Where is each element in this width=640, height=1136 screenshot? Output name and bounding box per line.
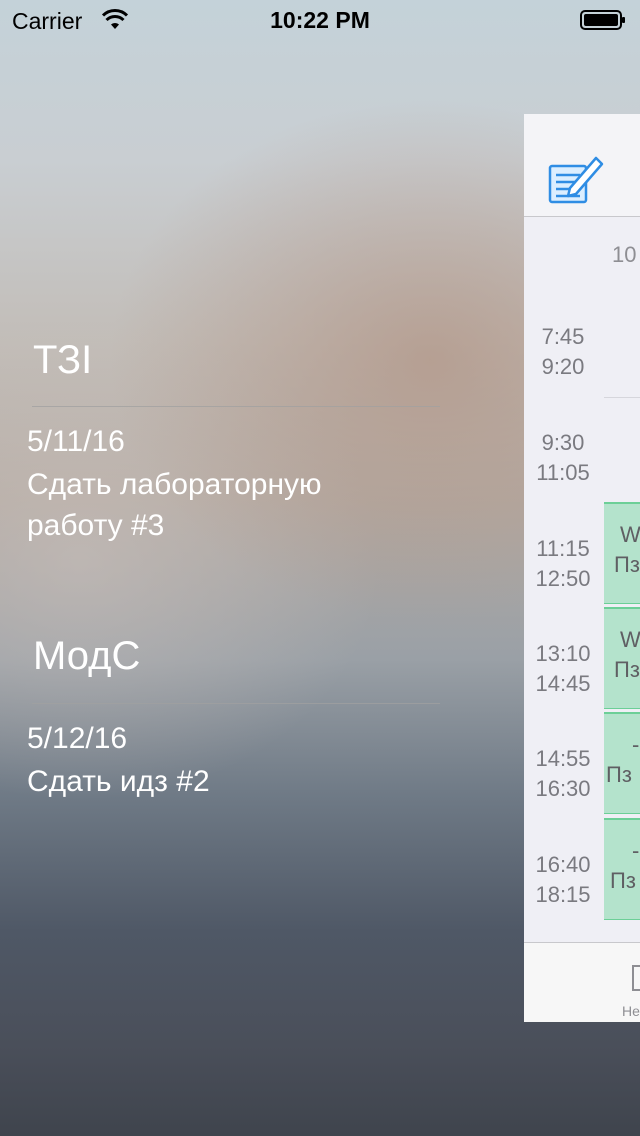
slot-time: 9:30 11:05 bbox=[524, 428, 602, 488]
clock: 10:22 PM bbox=[270, 7, 370, 33]
slot-start: 9:30 bbox=[541, 430, 585, 455]
note-divider bbox=[32, 406, 440, 407]
slot-end: 16:30 bbox=[535, 776, 591, 801]
slot-end: 12:50 bbox=[535, 566, 591, 591]
tab-label[interactable]: Не bbox=[622, 1003, 640, 1019]
schedule-panel[interactable]: 10 7:45 9:20 9:30 11:05 11:15 12:50 W Пз… bbox=[524, 114, 640, 1022]
slot-end: 14:45 bbox=[535, 671, 591, 696]
lesson-title: - bbox=[632, 838, 640, 863]
day-header: 10 bbox=[612, 242, 637, 267]
slot-start: 13:10 bbox=[535, 641, 591, 666]
slot-time: 14:55 16:30 bbox=[524, 744, 602, 804]
lesson-title: - bbox=[632, 732, 640, 757]
lesson-type: Пз bbox=[606, 762, 632, 787]
slot-start: 7:45 bbox=[541, 324, 585, 349]
slot-time: 7:45 9:20 bbox=[524, 322, 602, 382]
lesson-type: Пз bbox=[614, 657, 640, 682]
compose-icon[interactable] bbox=[548, 152, 604, 208]
tab-bar: Не bbox=[524, 942, 640, 1022]
lesson-title: W bbox=[620, 627, 640, 652]
slot-start: 11:15 bbox=[536, 536, 590, 561]
slot-start: 16:40 bbox=[535, 852, 591, 877]
slot-end: 9:20 bbox=[541, 354, 585, 379]
lesson-title: W bbox=[620, 522, 640, 547]
note-subject: ТЗІ bbox=[33, 338, 93, 382]
tab-icon[interactable] bbox=[632, 965, 640, 991]
slot-time: 11:15 12:50 bbox=[524, 534, 602, 594]
slot-time: 13:10 14:45 bbox=[524, 639, 602, 699]
battery-icon bbox=[580, 10, 625, 30]
note-date: 5/12/16 bbox=[27, 722, 128, 755]
lesson-cell[interactable]: W Пз bbox=[604, 607, 640, 709]
lesson-cell[interactable]: W Пз bbox=[604, 502, 640, 604]
lesson-cell[interactable]: - Пз bbox=[604, 712, 640, 814]
status-bar: Carrier 10:22 PM bbox=[0, 0, 640, 40]
note-text: Сдать идз #2 bbox=[27, 765, 210, 798]
slot-end: 18:15 bbox=[535, 882, 591, 907]
slot-time: 16:40 18:15 bbox=[524, 850, 602, 910]
note-subject: МодС bbox=[33, 634, 141, 678]
lesson-cell[interactable]: - Пз bbox=[604, 818, 640, 920]
note-divider bbox=[32, 703, 440, 704]
slot-start: 14:55 bbox=[535, 746, 591, 771]
note-text: Сдать лабораторную работу #3 bbox=[27, 468, 322, 542]
schedule-navbar bbox=[524, 114, 640, 217]
slot-end: 11:05 bbox=[536, 460, 590, 485]
slot-divider bbox=[604, 397, 640, 398]
note-date: 5/11/16 bbox=[27, 425, 125, 458]
lesson-type: Пз bbox=[614, 552, 640, 577]
lesson-type: Пз bbox=[610, 868, 636, 893]
